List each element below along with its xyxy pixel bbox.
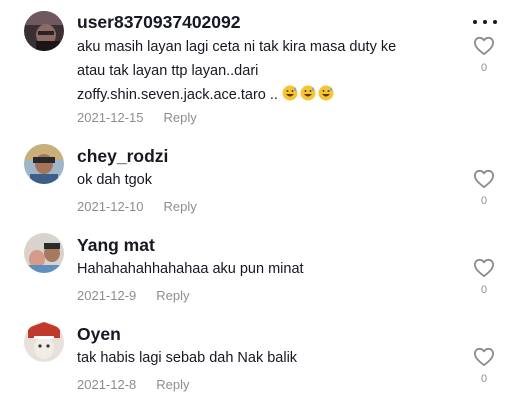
comment-username[interactable]: Oyen xyxy=(77,323,121,345)
comment-username[interactable]: user8370937402092 xyxy=(77,11,241,33)
avatar[interactable] xyxy=(24,11,64,51)
avatar[interactable] xyxy=(24,233,64,273)
comment-meta: 2021-12-15 Reply xyxy=(77,110,197,126)
reply-button[interactable]: Reply xyxy=(164,199,197,214)
comment-text: Hahahahahhahahaa aku pun minat xyxy=(77,257,407,281)
comment-username[interactable]: Yang mat xyxy=(77,234,155,256)
comment-meta: 2021-12-9 Reply xyxy=(77,288,190,304)
heart-outline-icon[interactable] xyxy=(473,347,495,367)
comment-date: 2021-12-10 xyxy=(77,199,144,214)
avatar[interactable] xyxy=(24,322,64,362)
comment-text: ok dah tgok xyxy=(77,168,407,192)
grinning-sweat-emoji-icon xyxy=(282,85,298,101)
like-count: 0 xyxy=(480,62,488,74)
like-block: 0 xyxy=(472,169,496,207)
grinning-sweat-emoji-icon xyxy=(318,85,334,101)
avatar[interactable] xyxy=(24,144,64,184)
comment-body: Hahahahahhahahaa aku pun minat xyxy=(77,261,304,277)
comment-text: aku masih layan lagi ceta ni tak kira ma… xyxy=(77,35,407,107)
like-block: 0 xyxy=(472,258,496,296)
like-block: 0 xyxy=(472,36,496,74)
comment-meta: 2021-12-10 Reply xyxy=(77,199,197,215)
reply-button[interactable]: Reply xyxy=(156,288,189,303)
more-options-icon[interactable] xyxy=(473,14,497,30)
comment-date: 2021-12-8 xyxy=(77,377,137,392)
reply-button[interactable]: Reply xyxy=(164,110,197,125)
comment-body: aku masih layan lagi ceta ni tak kira ma… xyxy=(77,39,397,103)
like-block: 0 xyxy=(472,347,496,385)
comment-body: tak habis lagi sebab dah Nak balik xyxy=(77,350,298,366)
like-count: 0 xyxy=(480,195,488,207)
reply-button[interactable]: Reply xyxy=(156,377,189,392)
comments-panel: user8370937402092 aku masih layan lagi c… xyxy=(0,0,527,405)
grinning-sweat-emoji-icon xyxy=(300,85,316,101)
comment-text: tak habis lagi sebab dah Nak balik xyxy=(77,346,407,370)
heart-outline-icon[interactable] xyxy=(473,169,495,189)
like-count: 0 xyxy=(480,284,488,296)
comment-username[interactable]: chey_rodzi xyxy=(77,145,168,167)
like-count: 0 xyxy=(480,373,488,385)
comment-body: ok dah tgok xyxy=(77,172,152,188)
comment-date: 2021-12-9 xyxy=(77,288,137,303)
heart-outline-icon[interactable] xyxy=(473,36,495,56)
heart-outline-icon[interactable] xyxy=(473,258,495,278)
comment-date: 2021-12-15 xyxy=(77,110,144,125)
comment-meta: 2021-12-8 Reply xyxy=(77,377,190,393)
